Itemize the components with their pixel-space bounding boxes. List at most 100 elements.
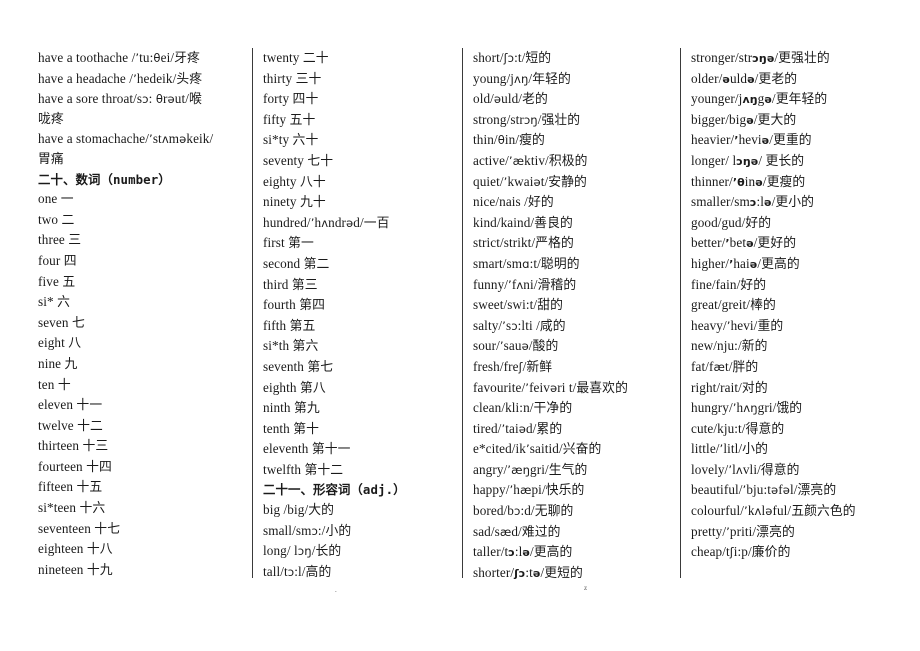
vocabulary-entry: quiet/’kwaiət/安静的 <box>473 173 587 190</box>
vocabulary-entry: ninth 第九 <box>263 400 320 417</box>
vocabulary-entry: have a stomachache/’stʌməkeik/ <box>38 131 214 147</box>
vocabulary-entry: fifth 第五 <box>263 317 316 334</box>
vocabulary-entry: eleventh 第十一 <box>263 441 351 458</box>
vocabulary-entry: si*th 第六 <box>263 338 319 355</box>
vocabulary-entry: thirteen 十三 <box>38 438 109 455</box>
vocabulary-entry: ten 十 <box>38 376 71 393</box>
vocabulary-entry: new/nju:/新的 <box>691 338 768 355</box>
vocabulary-entry: young/jʌŋ/年轻的 <box>473 70 571 87</box>
vocabulary-entry: thinner/’θinə/更瘦的 <box>691 173 806 190</box>
vocabulary-entry: lovely/’lʌvli/得意的 <box>691 461 800 478</box>
vocabulary-column-2: twenty 二十 thirty 三十 forty 四十 fifty 五十 si*ty … <box>252 48 462 580</box>
vocabulary-entry: old/əuld/老的 <box>473 91 548 108</box>
vocabulary-entry: tall/tɔ:l/高的 <box>263 563 332 580</box>
vocabulary-entry: nine 九 <box>38 355 78 372</box>
vocabulary-entry: longer/ lɔŋə/ 更长的 <box>691 152 805 169</box>
vocabulary-entry: e*cited/ik’saitid/兴奋的 <box>473 441 602 458</box>
vocabulary-entry: four 四 <box>38 252 77 269</box>
vocabulary-entry: bored/bɔ:d/无聊的 <box>473 503 574 520</box>
vocabulary-entry: short/ʃɔ:t/短的 <box>473 50 552 66</box>
vocabulary-entry: have a sore throat/sɔ: θrəut/喉 <box>38 91 202 108</box>
vocabulary-entry: hundred/’hʌndrəd/一百 <box>263 214 390 231</box>
vocabulary-entry: ninety 九十 <box>263 194 326 211</box>
vocabulary-entry: 胃痛 <box>38 151 64 167</box>
vocabulary-entry: older/əuldə/更老的 <box>691 70 798 87</box>
vocabulary-entry: twenty 二十 <box>263 50 329 66</box>
vocabulary-entry: tired/’taiəd/累的 <box>473 420 563 437</box>
vocabulary-entry: better/’betə/更好的 <box>691 235 797 252</box>
vocabulary-entry: kind/kaind/善良的 <box>473 214 573 231</box>
vocabulary-entry: younger/jʌŋgə/更年轻的 <box>691 91 828 108</box>
vocabulary-entry: stronger/strɔŋə/更强壮的 <box>691 50 830 66</box>
vocabulary-entry: seventh 第七 <box>263 358 334 375</box>
vocabulary-entry: fat/fæt/胖的 <box>691 358 759 375</box>
vocabulary-entry: smaller/smɔ:lə/更小的 <box>691 194 815 211</box>
vocabulary-column-4: stronger/strɔŋə/更强壮的 older/əuldə/更老的 young… <box>680 48 898 578</box>
vocabulary-entry: twelfth 第十二 <box>263 461 344 478</box>
vocabulary-entry: small/smɔ:/小的 <box>263 522 352 539</box>
vocabulary-entry: si* 六 <box>38 294 70 311</box>
vocabulary-entry: angry/’æŋgri/生气的 <box>473 461 588 478</box>
vocabulary-entry: sweet/swi:t/甜的 <box>473 297 563 314</box>
vocabulary-entry: heavier/’heviə/更重的 <box>691 132 812 149</box>
footer-right-mark: z <box>584 584 588 592</box>
vocabulary-entry: twelve 十二 <box>38 417 103 434</box>
vocabulary-entry: long/ lɔŋ/长的 <box>263 543 342 560</box>
vocabulary-entry: bigger/bigə/更大的 <box>691 111 797 128</box>
vocabulary-entry: thin/θin/瘦的 <box>473 132 545 149</box>
vocabulary-entry: si*teen 十六 <box>38 500 106 517</box>
vocabulary-entry: shorter/ʃɔ:tə/更短的 <box>473 564 583 581</box>
vocabulary-entry: si*ty 六十 <box>263 132 319 149</box>
vocabulary-entry: salty/’sɔ:lti /咸的 <box>473 317 566 334</box>
vocabulary-entry: fine/fain/好的 <box>691 276 767 293</box>
vocabulary-entry: pretty/’priti/漂亮的 <box>691 523 795 540</box>
vocabulary-entry: nice/nais /好的 <box>473 194 554 211</box>
vocabulary-entry: strong/strɔŋ/强壮的 <box>473 111 581 128</box>
vocabulary-entry: first 第一 <box>263 235 314 252</box>
section-heading: 二十一、形容词（adj.） <box>263 482 406 498</box>
vocabulary-entry: seventeen 十七 <box>38 520 121 537</box>
footer-left-mark: . <box>335 586 337 594</box>
vocabulary-entry: eighty 八十 <box>263 173 326 190</box>
vocabulary-entry: hungry/’hʌŋgri/饿的 <box>691 400 803 417</box>
vocabulary-entry: cheap/tʃi:p/廉价的 <box>691 544 791 561</box>
vocabulary-entry: fifteen 十五 <box>38 479 103 496</box>
vocabulary-entry: have a toothache /’tu:θei/牙疼 <box>38 50 200 66</box>
vocabulary-entry: eighth 第八 <box>263 379 326 396</box>
vocabulary-entry: third 第三 <box>263 276 318 293</box>
vocabulary-entry: seven 七 <box>38 314 85 331</box>
vocabulary-entry: sour/’sauə/酸的 <box>473 338 559 355</box>
vocabulary-entry: forty 四十 <box>263 91 319 108</box>
vocabulary-entry: colourful/’kʌləful/五颜六色的 <box>691 503 856 520</box>
vocabulary-entry: thirty 三十 <box>263 70 322 87</box>
vocabulary-entry: happy/’hæpi/快乐的 <box>473 482 585 499</box>
vocabulary-entry: seventy 七十 <box>263 152 334 169</box>
vocabulary-entry: good/gud/好的 <box>691 214 772 231</box>
vocabulary-entry: great/greit/棒的 <box>691 297 776 314</box>
vocabulary-entry: fifty 五十 <box>263 111 316 128</box>
vocabulary-entry: 咙疼 <box>38 111 64 127</box>
vocabulary-entry: little/’litl/小的 <box>691 441 768 458</box>
vocabulary-entry: eleven 十一 <box>38 397 103 414</box>
vocabulary-entry: smart/smɑ:t/聪明的 <box>473 255 580 272</box>
vocabulary-entry: five 五 <box>38 273 76 290</box>
vocabulary-entry: two 二 <box>38 211 75 228</box>
vocabulary-entry: favourite/’feivəri t/最喜欢的 <box>473 379 628 396</box>
vocabulary-entry: funny/’fʌni/滑稽的 <box>473 276 577 293</box>
vocabulary-entry: fresh/freʃ/新鲜 <box>473 358 553 375</box>
vocabulary-entry: nineteen 十九 <box>38 561 113 578</box>
vocabulary-entry: tenth 第十 <box>263 420 320 437</box>
vocabulary-entry: three 三 <box>38 232 82 249</box>
document-page: have a toothache /’tu:θei/牙疼 have a heada… <box>0 0 920 651</box>
vocabulary-entry: eight 八 <box>38 335 82 352</box>
vocabulary-column-1: have a toothache /’tu:θei/牙疼 have a heada… <box>30 48 252 578</box>
vocabulary-entry: fourteen 十四 <box>38 458 112 475</box>
vocabulary-entry: taller/tɔ:lə/更高的 <box>473 544 573 561</box>
vocabulary-entry: strict/strikt/严格的 <box>473 235 574 252</box>
section-heading: 二十、数词（number） <box>38 171 171 187</box>
vocabulary-entry: second 第二 <box>263 255 330 272</box>
vocabulary-entry: cute/kju:t/得意的 <box>691 420 785 437</box>
vocabulary-entry: right/rait/对的 <box>691 379 768 396</box>
vocabulary-entry: big /big/大的 <box>263 502 335 519</box>
vocabulary-entry: heavy/’hevi/重的 <box>691 317 784 334</box>
